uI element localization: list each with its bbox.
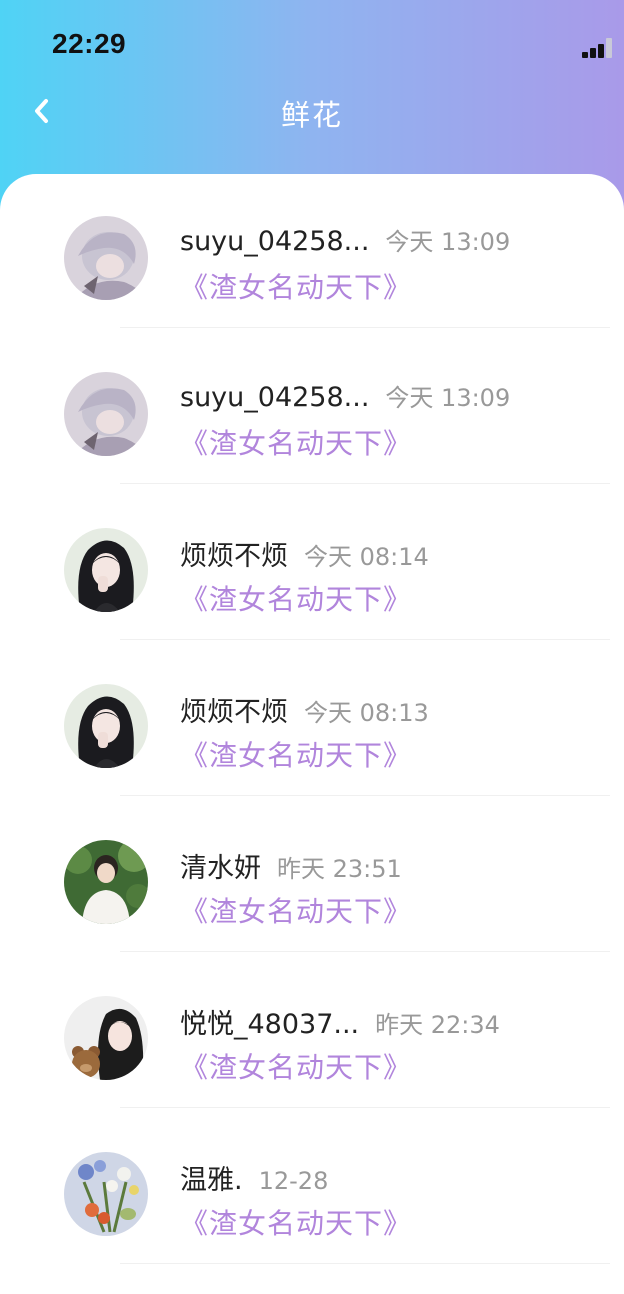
list-item[interactable]: suyu_04258... 今天 13:09 《渣女名动天下》 bbox=[0, 330, 624, 486]
status-time: 22:29 bbox=[52, 28, 127, 59]
book-title[interactable]: 《渣女名动天下》 bbox=[180, 578, 412, 618]
list-item[interactable]: 悦悦_48037... 昨天 22:34 《渣女名动天下》 bbox=[0, 954, 624, 1110]
list-item[interactable]: 清水妍 昨天 23:51 《渣女名动天下》 bbox=[0, 798, 624, 954]
avatar[interactable] bbox=[64, 996, 148, 1080]
gift-time: 今天 13:09 bbox=[385, 228, 511, 256]
user-name: 悦悦_48037... 昨天 22:34 bbox=[180, 1009, 500, 1040]
list-item[interactable]: 烦烦不烦 今天 08:13 《渣女名动天下》 bbox=[0, 642, 624, 798]
gift-time: 今天 08:14 bbox=[304, 543, 429, 571]
user-name: suyu_04258... 今天 13:09 bbox=[180, 226, 511, 257]
book-title[interactable]: 《渣女名动天下》 bbox=[180, 266, 412, 306]
divider bbox=[120, 327, 610, 328]
nav-bar: 鲜花 bbox=[0, 80, 624, 144]
list-item[interactable]: 温雅. 12-28 《渣女名动天下》 bbox=[0, 1110, 624, 1266]
user-name: 烦烦不烦 今天 08:13 bbox=[180, 697, 429, 728]
divider bbox=[120, 951, 610, 952]
divider bbox=[120, 1263, 610, 1264]
avatar[interactable] bbox=[64, 840, 148, 924]
avatar[interactable] bbox=[64, 528, 148, 612]
avatar[interactable] bbox=[64, 684, 148, 768]
user-name: 清水妍 昨天 23:51 bbox=[180, 853, 402, 884]
book-title[interactable]: 《渣女名动天下》 bbox=[180, 422, 412, 462]
gift-time: 昨天 23:51 bbox=[277, 855, 402, 883]
user-name: 烦烦不烦 今天 08:14 bbox=[180, 541, 429, 572]
divider bbox=[120, 795, 610, 796]
gift-time: 今天 08:13 bbox=[304, 699, 429, 727]
book-title[interactable]: 《渣女名动天下》 bbox=[180, 890, 412, 930]
book-title[interactable]: 《渣女名动天下》 bbox=[180, 1046, 412, 1086]
status-bar: 22:29 bbox=[0, 0, 624, 90]
signal-icon bbox=[582, 38, 616, 58]
gift-time: 今天 13:09 bbox=[385, 384, 511, 412]
book-title[interactable]: 《渣女名动天下》 bbox=[180, 1202, 412, 1242]
page-title: 鲜花 bbox=[280, 98, 343, 132]
flower-list: suyu_04258... 今天 13:09 《渣女名动天下》 suyu_0425… bbox=[0, 174, 624, 1294]
avatar[interactable] bbox=[64, 1152, 148, 1236]
list-item[interactable]: 烦烦不烦 今天 08:14 《渣女名动天下》 bbox=[0, 486, 624, 642]
divider bbox=[120, 483, 610, 484]
divider bbox=[120, 1107, 610, 1108]
book-title[interactable]: 《渣女名动天下》 bbox=[180, 734, 412, 774]
gift-time: 12-28 bbox=[258, 1167, 329, 1195]
divider bbox=[120, 639, 610, 640]
avatar[interactable] bbox=[64, 372, 148, 456]
gift-time: 昨天 22:34 bbox=[375, 1011, 500, 1039]
list-item[interactable]: suyu_04258... 今天 13:09 《渣女名动天下》 bbox=[0, 174, 624, 330]
avatar[interactable] bbox=[64, 216, 148, 300]
user-name: suyu_04258... 今天 13:09 bbox=[180, 382, 511, 413]
user-name: 温雅. 12-28 bbox=[180, 1165, 329, 1196]
